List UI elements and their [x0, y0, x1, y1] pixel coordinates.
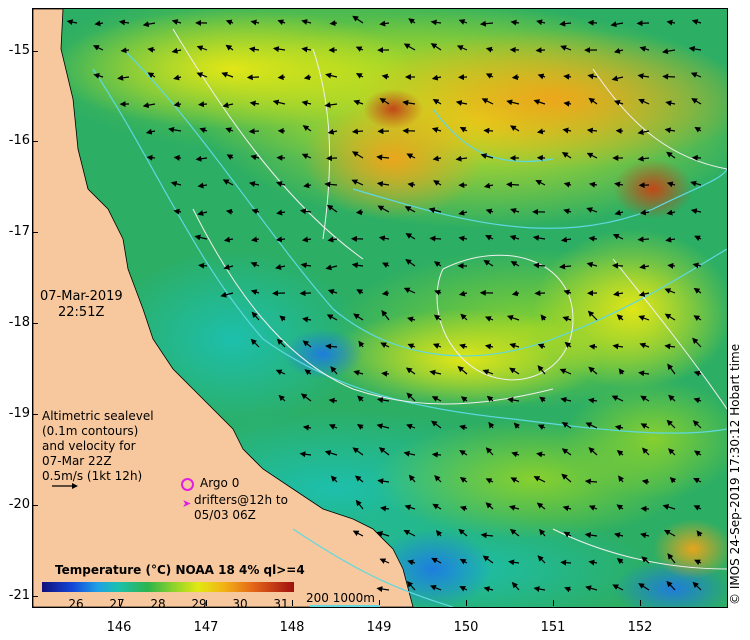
lon-label-147: 147 — [193, 620, 219, 635]
drifter-label-1: drifters@12h to — [194, 493, 288, 507]
velocity-arrow — [381, 290, 390, 297]
lat-label-18: -18 — [8, 315, 30, 330]
drifter-label-2: 05/03 06Z — [194, 508, 256, 522]
lat-label-16: -16 — [8, 133, 30, 148]
lon-label-152: 152 — [627, 620, 653, 635]
lat-label-19: -19 — [8, 406, 30, 421]
velocity-arrow — [612, 262, 624, 269]
velocity-arrow — [640, 505, 650, 512]
colorbar-title: Temperature (°C) NOAA 18 4% ql>=4 — [55, 563, 305, 577]
altimetry-line: 07-Mar 22Z — [42, 454, 112, 468]
velocity-arrow — [431, 451, 442, 458]
map-date: 07-Mar-2019 — [40, 289, 123, 304]
sst-map-canvas — [33, 9, 727, 607]
altimetry-line: Altimetric sealevel — [42, 409, 154, 423]
velocity-arrow — [277, 74, 286, 81]
argo-marker-icon — [181, 478, 194, 491]
altimetry-line: (0.1m contours) — [42, 424, 139, 438]
colorbar-tick: 29 — [191, 597, 207, 611]
lat-label-15: -15 — [8, 43, 30, 58]
lon-tick — [640, 600, 641, 606]
isobath-legend: 200 1000m — [306, 591, 375, 605]
velocity-arrow — [662, 73, 676, 80]
colorbar-tick: 28 — [150, 597, 166, 611]
velocity-arrow — [246, 74, 260, 81]
credit-text: © IMOS 24-Sep-2019 17:30:12 Hobart time — [728, 343, 742, 605]
scale-arrow — [52, 483, 78, 489]
colorbar-tick: 26 — [68, 597, 84, 611]
velocity-arrow — [637, 236, 650, 243]
lon-tick — [553, 600, 554, 606]
velocity-arrow — [355, 209, 364, 216]
velocity-arrow — [535, 47, 546, 54]
lon-label-146: 146 — [106, 620, 132, 635]
velocity-arrow — [173, 154, 182, 161]
lon-label-151: 151 — [540, 620, 566, 635]
velocity-arrow — [560, 559, 572, 566]
lat-label-21: -21 — [8, 588, 30, 603]
lat-tick — [33, 414, 38, 415]
temperature-colorbar — [42, 582, 294, 592]
lat-tick — [33, 141, 38, 142]
velocity-arrow — [351, 128, 364, 135]
velocity-arrow — [483, 127, 494, 134]
sst-map — [32, 8, 728, 608]
velocity-arrow — [198, 262, 208, 269]
drifter-marker-icon: ➤ — [182, 497, 192, 510]
colorbar-tick: 27 — [109, 597, 125, 611]
lat-tick — [33, 505, 38, 506]
colorbar-tick: 30 — [232, 597, 248, 611]
map-time: 22:51Z — [58, 305, 105, 320]
velocity-arrow — [329, 20, 338, 27]
altimetry-line: and velocity for — [42, 439, 136, 453]
velocity-arrow — [588, 343, 598, 350]
velocity-arrow — [511, 74, 520, 81]
velocity-arrow — [506, 181, 520, 188]
argo-label: Argo 0 — [200, 476, 240, 490]
isobath-legend-line — [310, 605, 380, 607]
velocity-arrow — [381, 370, 390, 377]
lat-tick — [33, 232, 38, 233]
velocity-arrow — [563, 73, 572, 80]
lat-tick — [33, 596, 38, 597]
lon-label-150: 150 — [453, 620, 479, 635]
lat-label-17: -17 — [8, 224, 30, 239]
velocity-arrow — [667, 262, 676, 269]
colorbar-tick: 31 — [273, 597, 289, 611]
lon-tick — [466, 600, 467, 606]
lat-label-20: -20 — [8, 497, 30, 512]
lon-label-149: 149 — [366, 620, 392, 635]
lon-label-148: 148 — [279, 620, 305, 635]
velocity-arrow — [146, 154, 156, 161]
velocity-arrow — [587, 19, 598, 26]
lat-tick — [33, 51, 38, 52]
velocity-arrow — [198, 101, 208, 108]
lat-tick — [33, 323, 38, 324]
velocity-arrow — [429, 235, 442, 242]
velocity-arrow — [248, 128, 260, 135]
